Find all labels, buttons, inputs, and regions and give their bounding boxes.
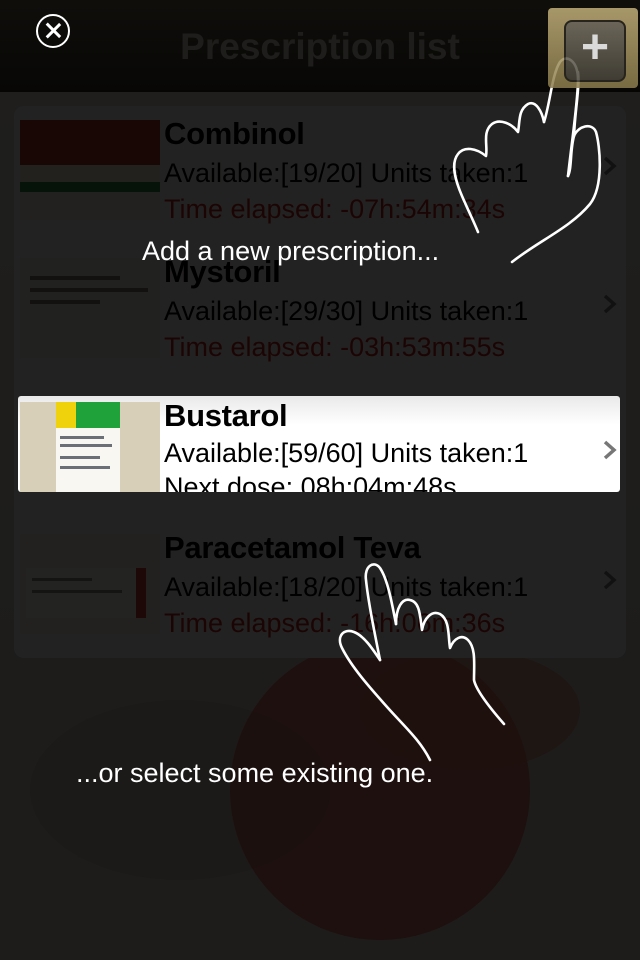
availability-text: Available:[29/30] Units taken:1: [164, 296, 529, 326]
chevron-right-icon: [603, 440, 617, 460]
prescription-photo: [20, 402, 160, 492]
availability-text: Available:[18/20] Units taken:1: [164, 572, 529, 602]
prescription-name: Bustarol: [164, 398, 288, 433]
availability-text: Available:[19/20] Units taken:1: [164, 158, 529, 188]
time-status: Time elapsed: -16h:06m:36s: [164, 608, 506, 638]
close-tutorial-button[interactable]: [36, 14, 70, 48]
prescription-row-paracetamol-teva[interactable]: Paracetamol Teva Available:[18/20] Units…: [14, 520, 626, 658]
prescription-row-bustarol[interactable]: Bustarol Available:[59/60] Units taken:1…: [18, 396, 620, 492]
time-status: Time elapsed: -07h:54m:34s: [164, 194, 506, 224]
time-status: Time elapsed: -03h:53m:55s: [164, 332, 506, 362]
availability-text: Available:[59/60] Units taken:1: [164, 438, 529, 468]
prescription-photo: [20, 534, 160, 634]
tutorial-tip-add: Add a new prescription...: [142, 236, 440, 266]
navigation-bar: Prescription list: [0, 0, 640, 92]
prescription-photo: [20, 120, 160, 220]
page-title: Prescription list: [180, 26, 460, 67]
chevron-right-icon: [603, 294, 617, 314]
prescription-name: Combinol: [164, 116, 305, 151]
prescription-row-combinol[interactable]: Combinol Available:[19/20] Units taken:1…: [14, 106, 626, 244]
prescription-photo: [20, 258, 160, 358]
add-prescription-highlight: +: [548, 8, 638, 88]
prescription-name: Paracetamol Teva: [164, 530, 421, 565]
chevron-right-icon: [603, 156, 617, 176]
background-decoration: [360, 650, 580, 770]
next-dose-status: Next dose: 08h:04m:48s: [164, 472, 457, 492]
chevron-right-icon: [603, 570, 617, 590]
tutorial-tip-select: ...or select some existing one.: [76, 758, 434, 788]
add-prescription-button[interactable]: +: [564, 20, 626, 82]
prescription-list: Combinol Available:[19/20] Units taken:1…: [14, 106, 626, 658]
